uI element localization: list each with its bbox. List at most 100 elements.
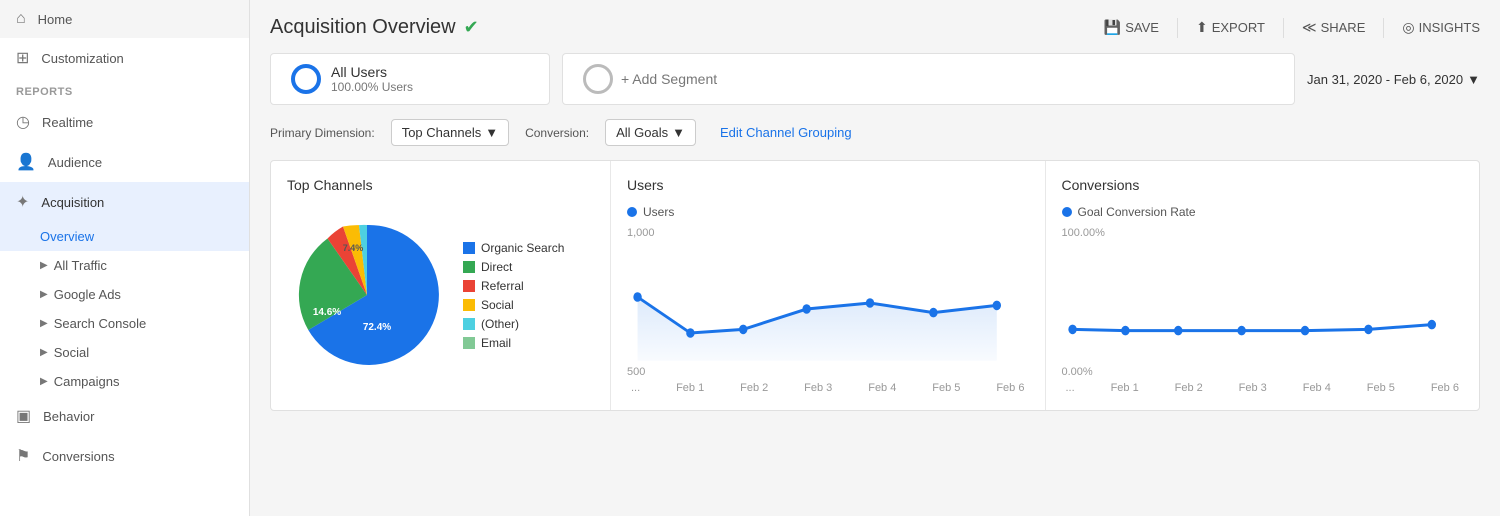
segment-card-all-users[interactable]: All Users 100.00% Users (270, 53, 550, 105)
legend-dot-organic (463, 242, 475, 254)
conversions-dot-2 (1173, 326, 1181, 336)
conversion-dropdown-icon: ▼ (672, 125, 685, 140)
legend-dot-direct (463, 261, 475, 273)
users-line-chart (627, 243, 1029, 363)
users-legend-label: Users (643, 205, 674, 219)
dimension-row: Primary Dimension: Top Channels ▼ Conver… (270, 119, 1480, 146)
legend-organic-search: Organic Search (463, 241, 564, 255)
sidebar-google-ads-label: Google Ads (54, 287, 121, 302)
sidebar-item-acquisition[interactable]: ✦ Acquisition (0, 182, 249, 222)
segment-circle (291, 64, 321, 94)
users-dot-0 (633, 292, 641, 302)
sidebar-item-home[interactable]: ⌂ Home (0, 0, 249, 38)
export-icon: ⬆ (1196, 19, 1208, 36)
users-panel: Users Users 1,000 (611, 161, 1046, 410)
pie-area: 72.4% 14.6% 7.4% Organic Search Direct (287, 205, 594, 385)
chevron-campaigns: ▶ (40, 376, 48, 387)
pie-chart: 72.4% 14.6% 7.4% (287, 215, 447, 375)
separator-2 (1283, 18, 1284, 38)
pie-label-74: 7.4% (343, 243, 364, 253)
conversions-dot-3 (1237, 326, 1245, 336)
sidebar-audience-label: Audience (48, 155, 102, 170)
pie-svg: 72.4% 14.6% 7.4% (287, 215, 447, 375)
separator-1 (1177, 18, 1178, 38)
primary-dimension-label: Primary Dimension: (270, 126, 375, 140)
pie-label-72: 72.4% (363, 322, 391, 333)
legend-direct-label: Direct (481, 260, 512, 274)
sidebar-social-label: Social (54, 345, 89, 360)
conversions-y-mid: 0.00% (1062, 366, 1464, 378)
conversion-dropdown[interactable]: All Goals ▼ (605, 119, 696, 146)
home-icon: ⌂ (16, 10, 26, 28)
users-dot-6 (993, 301, 1001, 311)
date-range-label: Jan 31, 2020 - Feb 6, 2020 (1307, 72, 1463, 87)
verified-icon: ✔ (464, 17, 479, 38)
segment-info: All Users 100.00% Users (331, 64, 413, 94)
pie-legend: Organic Search Direct Referral Social (463, 241, 564, 350)
conversions-dot-4 (1300, 326, 1308, 336)
sidebar-home-label: Home (38, 12, 73, 27)
sidebar-item-all-traffic[interactable]: ▶ All Traffic (0, 251, 249, 280)
insights-button[interactable]: ◎ INSIGHTS (1402, 19, 1480, 36)
sidebar-item-conversions[interactable]: ⚑ Conversions (0, 436, 249, 476)
behavior-icon: ▣ (16, 406, 31, 426)
sidebar-item-campaigns[interactable]: ▶ Campaigns (0, 367, 249, 396)
conversions-line-chart (1062, 243, 1464, 363)
conversions-icon: ⚑ (16, 446, 30, 466)
conversions-dot-1 (1121, 326, 1129, 336)
legend-dot-referral (463, 280, 475, 292)
chevron-all-traffic: ▶ (40, 260, 48, 271)
top-controls: All Users 100.00% Users + Add Segment Ja… (270, 53, 1480, 105)
add-segment-circle (583, 64, 613, 94)
sidebar-item-realtime[interactable]: ◷ Realtime (0, 102, 249, 142)
legend-referral: Referral (463, 279, 564, 293)
sidebar-item-google-ads[interactable]: ▶ Google Ads (0, 280, 249, 309)
sidebar-customization-label: Customization (41, 51, 123, 66)
conversion-label: Conversion: (525, 126, 589, 140)
sidebar-item-customization[interactable]: ⊞ Customization (0, 38, 249, 78)
add-segment-card[interactable]: + Add Segment (562, 53, 1295, 105)
legend-organic-label: Organic Search (481, 241, 564, 255)
customization-icon: ⊞ (16, 48, 29, 68)
sidebar: ⌂ Home ⊞ Customization REPORTS ◷ Realtim… (0, 0, 250, 516)
charts-area: Top Channels 72.4% (270, 160, 1480, 411)
sidebar-conversions-label: Conversions (42, 449, 114, 464)
share-button[interactable]: ≪ SHARE (1302, 19, 1365, 36)
legend-email: Email (463, 336, 564, 350)
realtime-icon: ◷ (16, 112, 30, 132)
main-content: Acquisition Overview ✔ 💾 SAVE ⬆ EXPORT ≪… (250, 0, 1500, 516)
conversions-title: Conversions (1062, 177, 1464, 193)
conversions-legend: Goal Conversion Rate (1062, 205, 1464, 219)
sidebar-item-behavior[interactable]: ▣ Behavior (0, 396, 249, 436)
conversions-y-top: 100.00% (1062, 227, 1464, 239)
legend-dot-other (463, 318, 475, 330)
chevron-social: ▶ (40, 347, 48, 358)
conversions-dot-6 (1427, 320, 1435, 330)
save-icon: 💾 (1104, 19, 1121, 36)
top-channels-panel: Top Channels 72.4% (271, 161, 611, 410)
page-title: Acquisition Overview (270, 16, 456, 39)
conversions-legend-dot (1062, 207, 1072, 217)
sidebar-item-overview[interactable]: Overview (0, 222, 249, 251)
primary-dimension-dropdown[interactable]: Top Channels ▼ (391, 119, 509, 146)
sidebar-realtime-label: Realtime (42, 115, 93, 130)
legend-email-label: Email (481, 336, 511, 350)
legend-dot-social (463, 299, 475, 311)
sidebar-behavior-label: Behavior (43, 409, 94, 424)
sidebar-item-audience[interactable]: 👤 Audience (0, 142, 249, 182)
date-range-display[interactable]: Jan 31, 2020 - Feb 6, 2020 ▼ (1307, 72, 1480, 87)
users-dot-4 (866, 298, 874, 308)
conversions-dot-0 (1068, 325, 1076, 335)
sidebar-all-traffic-label: All Traffic (54, 258, 107, 273)
export-button[interactable]: ⬆ EXPORT (1196, 19, 1265, 36)
edit-channel-grouping-link[interactable]: Edit Channel Grouping (720, 125, 852, 140)
legend-social-label: Social (481, 298, 514, 312)
insights-icon: ◎ (1402, 19, 1414, 36)
pie-label-146: 14.6% (313, 307, 341, 318)
sidebar-item-social[interactable]: ▶ Social (0, 338, 249, 367)
users-dot-5 (929, 308, 937, 318)
legend-dot-email (463, 337, 475, 349)
chevron-google-ads: ▶ (40, 289, 48, 300)
save-button[interactable]: 💾 SAVE (1104, 19, 1159, 36)
sidebar-item-search-console[interactable]: ▶ Search Console (0, 309, 249, 338)
